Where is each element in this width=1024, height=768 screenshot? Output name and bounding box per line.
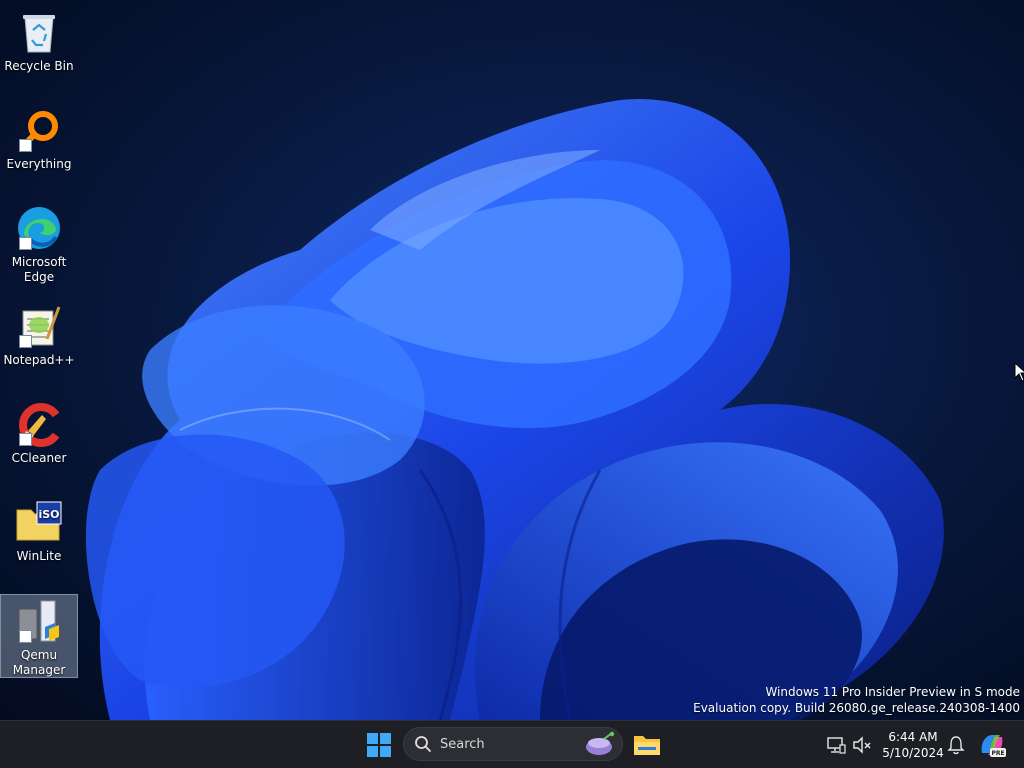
evaluation-watermark: Windows 11 Pro Insider Preview in S mode… (693, 684, 1020, 716)
search-icon (415, 736, 431, 752)
shortcut-arrow-icon (19, 237, 32, 250)
watermark-line-1: Windows 11 Pro Insider Preview in S mode (765, 685, 1020, 699)
copilot-badge: PRE (991, 750, 1004, 757)
volume-muted-icon[interactable] (852, 735, 872, 755)
shortcut-arrow-icon (19, 335, 32, 348)
ccleaner-icon (13, 400, 65, 448)
start-button[interactable] (360, 726, 398, 764)
folder-icon (634, 736, 660, 755)
network-icon[interactable] (826, 735, 846, 755)
search-label: Search (440, 736, 485, 752)
magnifier-icon (13, 106, 65, 154)
copilot-icon[interactable]: PRE (978, 731, 1006, 759)
desktop-icon-ccleaner[interactable]: CCleaner (0, 396, 78, 466)
watermark-line-2: Evaluation copy. Build 26080.ge_release.… (693, 701, 1020, 715)
clock-time: 6:44 AM (888, 730, 938, 744)
system-clock[interactable]: 6:44 AM 5/10/2024 (878, 729, 948, 761)
search-highlight-icon[interactable] (582, 731, 616, 757)
desktop-icon-label: WinLite (16, 549, 62, 563)
desktop-icon-label: Notepad++ (3, 353, 75, 367)
shortcut-arrow-icon (19, 139, 32, 152)
wallpaper-bloom (85, 99, 944, 720)
qemu-manager-icon (13, 599, 65, 645)
desktop-icon-everything[interactable]: Everything (0, 102, 78, 172)
iso-folder-icon: iSO (13, 498, 65, 546)
desktop-icon-recycle-bin[interactable]: Recycle Bin (0, 4, 78, 74)
desktop-icon-label: Qemu Manager (12, 648, 66, 677)
svg-text:iSO: iSO (38, 508, 59, 521)
bell-icon[interactable] (947, 735, 965, 755)
desktop-icon-label: Recycle Bin (4, 59, 74, 73)
shortcut-arrow-icon (19, 433, 32, 446)
desktop[interactable]: Recycle Bin Everything Microsoft Edge No… (0, 0, 1024, 720)
desktop-icon-label: Everything (6, 157, 72, 171)
notepad-plus-plus-icon (13, 302, 65, 350)
mouse-cursor-icon (1014, 362, 1024, 382)
recycle-bin-icon (13, 8, 65, 56)
windows-logo-icon (367, 733, 391, 757)
desktop-icon-qemu-manager[interactable]: Qemu Manager (0, 594, 78, 678)
clock-date: 5/10/2024 (882, 746, 944, 760)
desktop-icon-microsoft-edge[interactable]: Microsoft Edge (0, 200, 78, 285)
desktop-icon-notepad-plus-plus[interactable]: Notepad++ (0, 298, 78, 368)
search-box[interactable]: Search (403, 727, 623, 761)
shortcut-arrow-icon (19, 630, 32, 643)
desktop-icon-winlite[interactable]: iSO WinLite (0, 494, 78, 564)
edge-icon (13, 204, 65, 252)
desktop-icon-label: Microsoft Edge (11, 255, 67, 284)
taskbar-file-explorer-button[interactable] (628, 726, 666, 764)
taskbar: Search 6:44 AM 5/10/2024 PRE (0, 720, 1024, 768)
desktop-icon-label: CCleaner (11, 451, 67, 465)
